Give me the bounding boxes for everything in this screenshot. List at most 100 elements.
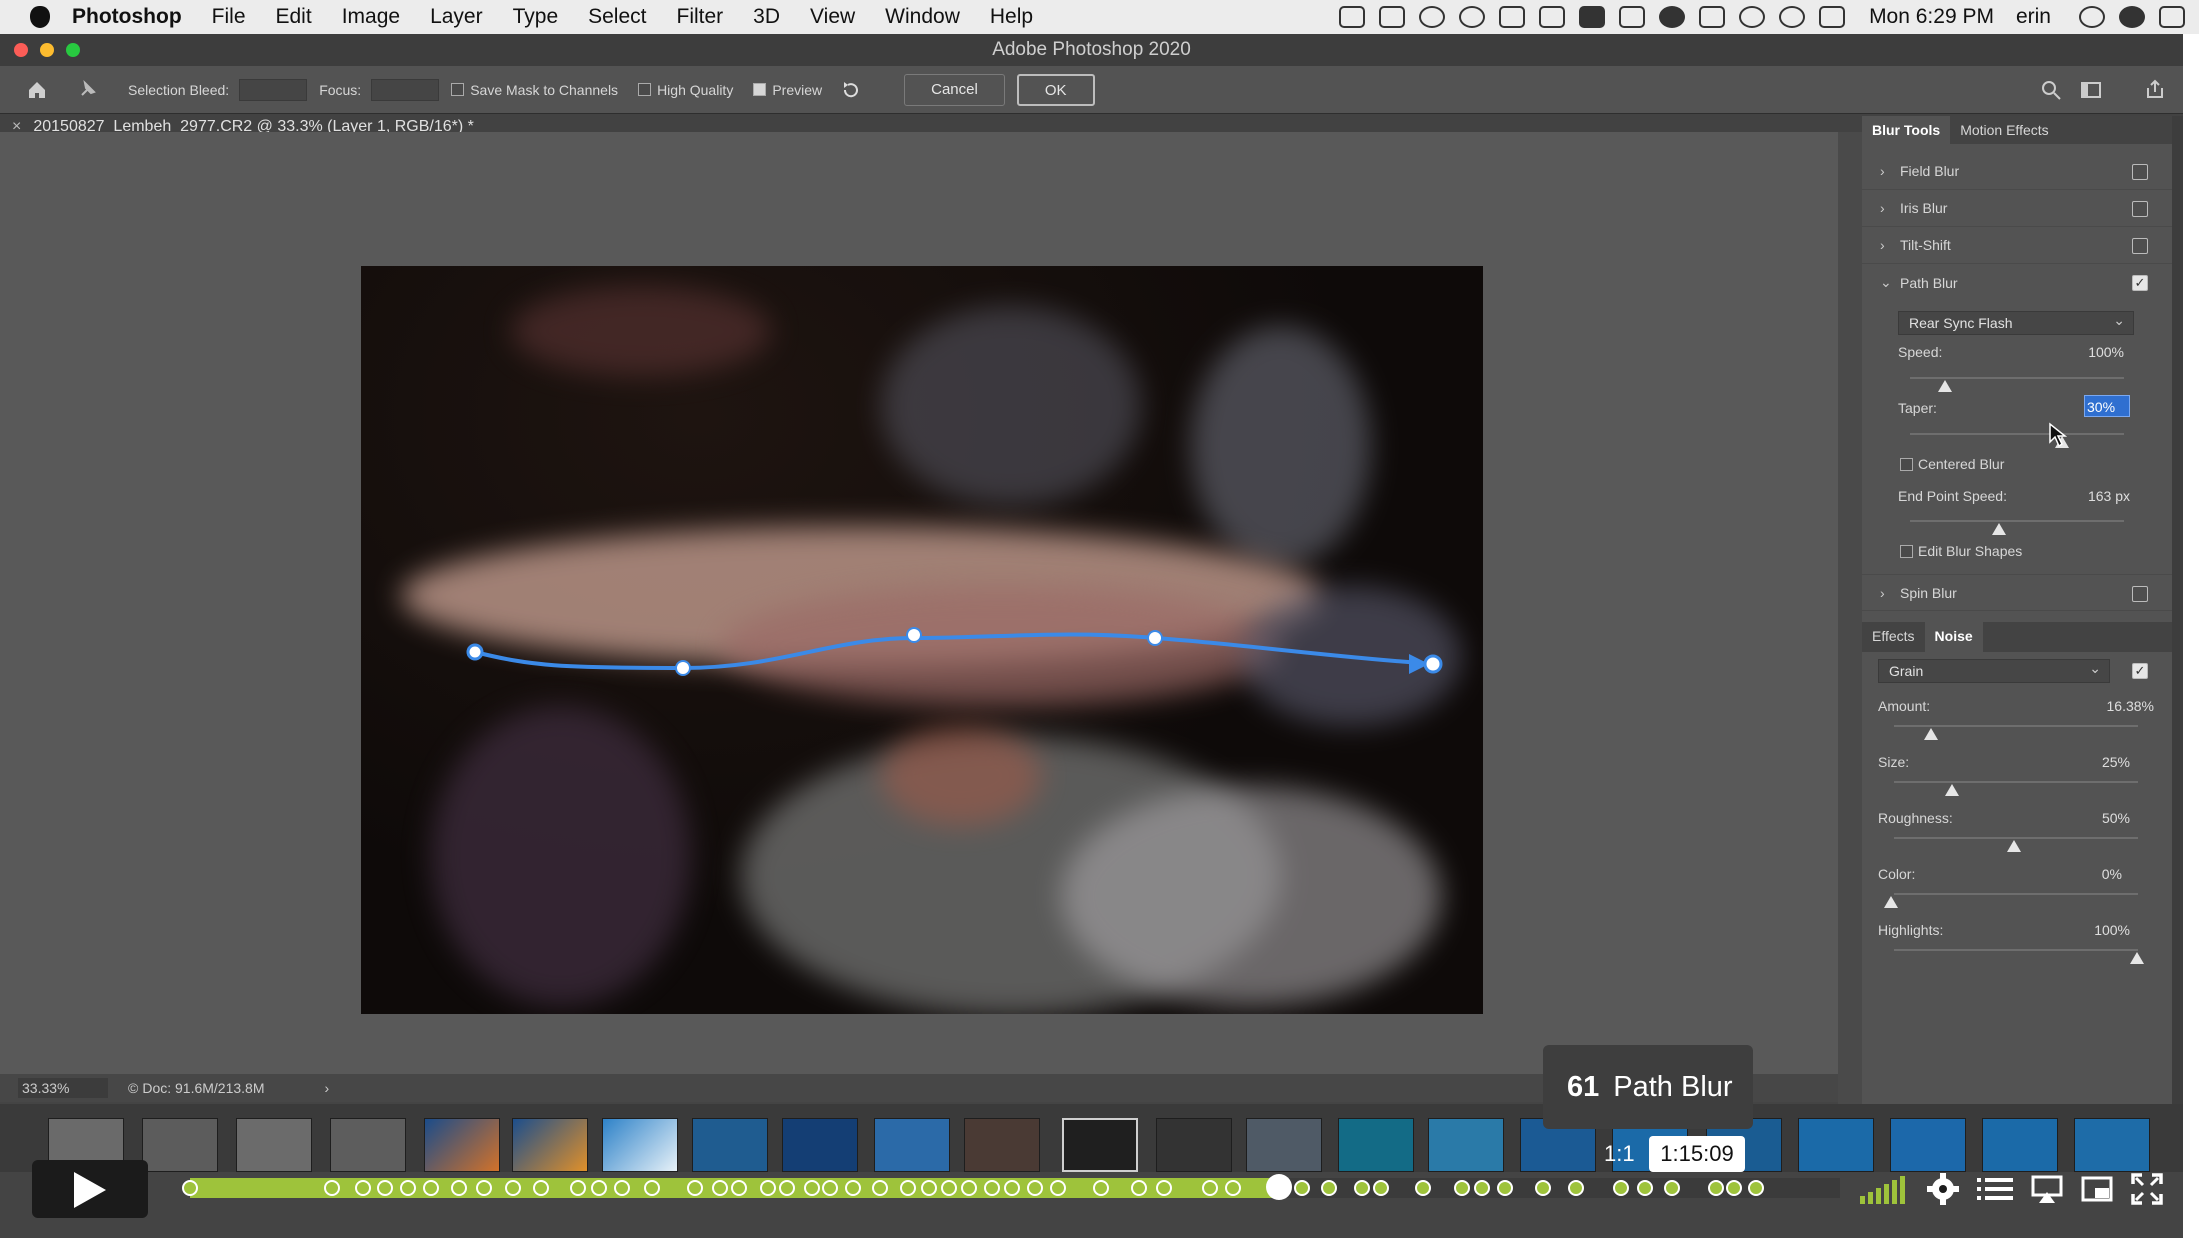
path-point-handle[interactable]	[906, 627, 922, 643]
menu-help[interactable]: Help	[990, 5, 1033, 29]
chapter-marker[interactable]	[941, 1180, 957, 1196]
chapter-marker[interactable]	[1373, 1180, 1390, 1196]
color-slider-track[interactable]	[1894, 893, 2138, 895]
chapter-marker[interactable]	[1414, 1180, 1431, 1196]
play-button[interactable]	[32, 1160, 148, 1218]
spin-blur-row[interactable]: › Spin Blur	[1862, 574, 2172, 611]
amount-value[interactable]: 16.38%	[2062, 698, 2154, 714]
menu-3d[interactable]: 3D	[753, 5, 780, 29]
menubar-clock[interactable]: Mon 6:29 PM	[1869, 5, 1994, 29]
accessibility-icon[interactable]	[1459, 6, 1486, 28]
speed-value[interactable]: 100%	[2062, 344, 2124, 360]
canvas-scrollbar[interactable]	[1838, 132, 1862, 1106]
edit-blur-shapes-checkbox[interactable]	[1900, 545, 1913, 558]
end-point-speed-value[interactable]: 163 px	[2062, 488, 2130, 504]
taper-value-field[interactable]: 30%	[2084, 395, 2130, 417]
color-value[interactable]: 0%	[2062, 866, 2122, 882]
field-blur-row[interactable]: › Field Blur	[1862, 153, 2172, 190]
airplay-icon[interactable]	[2030, 1172, 2064, 1206]
menu-file[interactable]: File	[212, 5, 246, 29]
settings-gear-icon[interactable]	[1926, 1172, 1960, 1206]
chapter-marker[interactable]	[1155, 1180, 1172, 1196]
iris-blur-checkbox[interactable]	[2132, 201, 2148, 217]
size-slider-thumb[interactable]	[1945, 784, 1959, 796]
spin-blur-checkbox[interactable]	[2132, 586, 2148, 602]
speed-slider-track[interactable]	[1910, 377, 2124, 379]
noise-enabled-checkbox[interactable]: ✓	[2132, 663, 2148, 679]
chapter-marker[interactable]	[475, 1180, 492, 1196]
chapter-marker[interactable]	[1726, 1180, 1743, 1196]
taper-slider-track[interactable]	[1910, 433, 2124, 435]
menubar-user[interactable]: erin	[2016, 5, 2051, 29]
chapter-marker[interactable]	[759, 1180, 776, 1196]
centered-blur-checkbox[interactable]	[1900, 458, 1913, 471]
amount-slider-track[interactable]	[1894, 725, 2138, 727]
chapter-marker[interactable]	[569, 1180, 586, 1196]
chapter-marker[interactable]	[1294, 1180, 1311, 1196]
chapter-marker[interactable]	[1224, 1180, 1241, 1196]
high-quality-checkbox[interactable]	[638, 83, 652, 96]
chapter-marker[interactable]	[899, 1180, 916, 1196]
chapters-list-icon[interactable]	[1976, 1172, 2014, 1206]
focus-field[interactable]	[371, 78, 440, 101]
apple-menu-icon[interactable]	[30, 6, 50, 28]
chapter-marker[interactable]	[376, 1180, 393, 1196]
menu-layer[interactable]: Layer	[430, 5, 483, 29]
creative-cloud-icon[interactable]	[1419, 6, 1446, 28]
menu-edit[interactable]: Edit	[276, 5, 312, 29]
chapter-marker[interactable]	[686, 1180, 703, 1196]
chapter-marker[interactable]	[711, 1180, 728, 1196]
chapter-marker[interactable]	[960, 1180, 977, 1196]
size-slider-track[interactable]	[1894, 781, 2138, 783]
menu-image[interactable]: Image	[342, 5, 400, 29]
close-window-icon[interactable]	[14, 43, 28, 57]
path-blur-mode-dropdown[interactable]: Rear Sync Flash	[1898, 309, 2134, 335]
highlights-value[interactable]: 100%	[2062, 922, 2130, 938]
zoom-window-icon[interactable]	[66, 43, 80, 57]
path-start-handle[interactable]	[466, 643, 484, 661]
chapter-marker[interactable]	[1092, 1180, 1109, 1196]
dropbox-icon[interactable]	[1579, 6, 1606, 28]
chapter-marker[interactable]	[1612, 1180, 1629, 1196]
tab-effects[interactable]: Effects	[1862, 628, 1925, 652]
chapter-marker[interactable]	[871, 1180, 888, 1196]
chapter-marker[interactable]	[450, 1180, 467, 1196]
chapter-marker[interactable]	[1708, 1180, 1725, 1196]
menu-type[interactable]: Type	[513, 5, 559, 29]
shortcut-icon[interactable]	[1619, 6, 1646, 28]
panel-scroll-strip[interactable]	[2172, 116, 2183, 1106]
menu-window[interactable]: Window	[885, 5, 960, 29]
chapter-marker[interactable]	[1003, 1180, 1020, 1196]
chapter-marker[interactable]	[1663, 1180, 1680, 1196]
location-icon[interactable]	[1739, 6, 1766, 28]
document-image[interactable]	[361, 266, 1483, 1014]
tab-noise[interactable]: Noise	[1924, 622, 1983, 652]
menu-view[interactable]: View	[810, 5, 855, 29]
tab-blur-tools[interactable]: Blur Tools	[1862, 116, 1951, 144]
save-mask-checkbox[interactable]	[451, 83, 465, 96]
chapter-marker[interactable]	[182, 1180, 198, 1196]
screen-record-icon[interactable]	[1379, 6, 1406, 28]
path-blur-checkbox[interactable]: ✓	[2132, 275, 2148, 291]
chapter-marker[interactable]	[1535, 1180, 1551, 1196]
progress-bar[interactable]	[182, 1174, 1840, 1200]
chapter-marker[interactable]	[1747, 1180, 1764, 1196]
blur-path-overlay[interactable]	[361, 266, 1483, 1014]
path-point-handle[interactable]	[1147, 630, 1163, 646]
tilt-shift-checkbox[interactable]	[2132, 238, 2148, 254]
cancel-button[interactable]: Cancel	[904, 73, 1005, 106]
size-value[interactable]: 25%	[2062, 754, 2130, 770]
chapter-marker[interactable]	[1497, 1180, 1514, 1196]
share-icon[interactable]	[2144, 78, 2166, 100]
home-icon[interactable]	[26, 79, 48, 101]
spotlight-icon[interactable]	[2079, 6, 2105, 28]
path-end-handle[interactable]	[1423, 654, 1443, 674]
amount-slider-thumb[interactable]	[1924, 728, 1938, 740]
canvas-area[interactable]	[0, 132, 1838, 1074]
path-blur-row[interactable]: ⌄ Path Blur ✓	[1862, 264, 2172, 301]
wifi-icon[interactable]	[1779, 6, 1806, 28]
chapter-marker[interactable]	[1201, 1180, 1218, 1196]
search-icon[interactable]	[2040, 79, 2062, 101]
workspace-icon[interactable]	[2080, 79, 2102, 101]
chapter-marker[interactable]	[1130, 1180, 1147, 1196]
